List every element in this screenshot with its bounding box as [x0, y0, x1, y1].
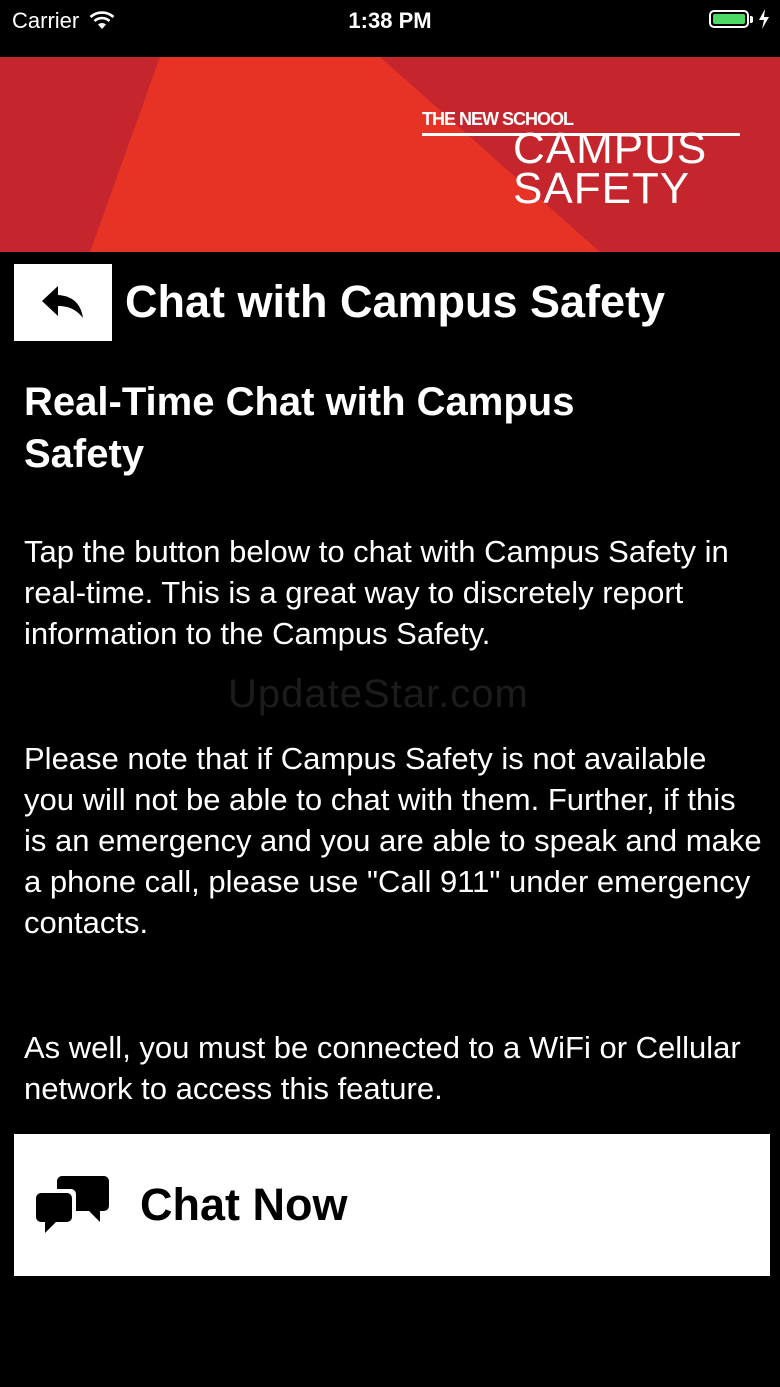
battery-icon	[709, 10, 749, 28]
info-paragraph-3: As well, you must be connected to a WiFi…	[24, 1030, 741, 1106]
header-banner: THE NEW SCHOOL CAMPUS SAFETY	[0, 57, 780, 252]
reply-arrow-icon	[42, 285, 83, 318]
chat-now-button[interactable]: Chat Now	[14, 1134, 770, 1276]
clock: 1:38 PM	[348, 8, 432, 33]
chat-now-label: Chat Now	[140, 1179, 348, 1230]
back-button[interactable]	[14, 264, 112, 341]
watermark: UpdateStar.com	[228, 672, 529, 716]
status-bar: Carrier 1:38 PM	[0, 0, 780, 40]
charging-bolt-icon	[759, 9, 769, 29]
section-heading: Real-Time Chat with Campus Safety	[24, 380, 575, 476]
battery-indicator	[709, 9, 770, 29]
info-paragraph-2: Please note that if Campus Safety is not…	[24, 741, 762, 940]
chat-bubbles-icon	[36, 1176, 109, 1233]
logo-safety: SAFETY	[513, 164, 691, 213]
page-title: Chat with Campus Safety	[125, 276, 666, 327]
info-paragraph-1: Tap the button below to chat with Campus…	[24, 534, 729, 651]
